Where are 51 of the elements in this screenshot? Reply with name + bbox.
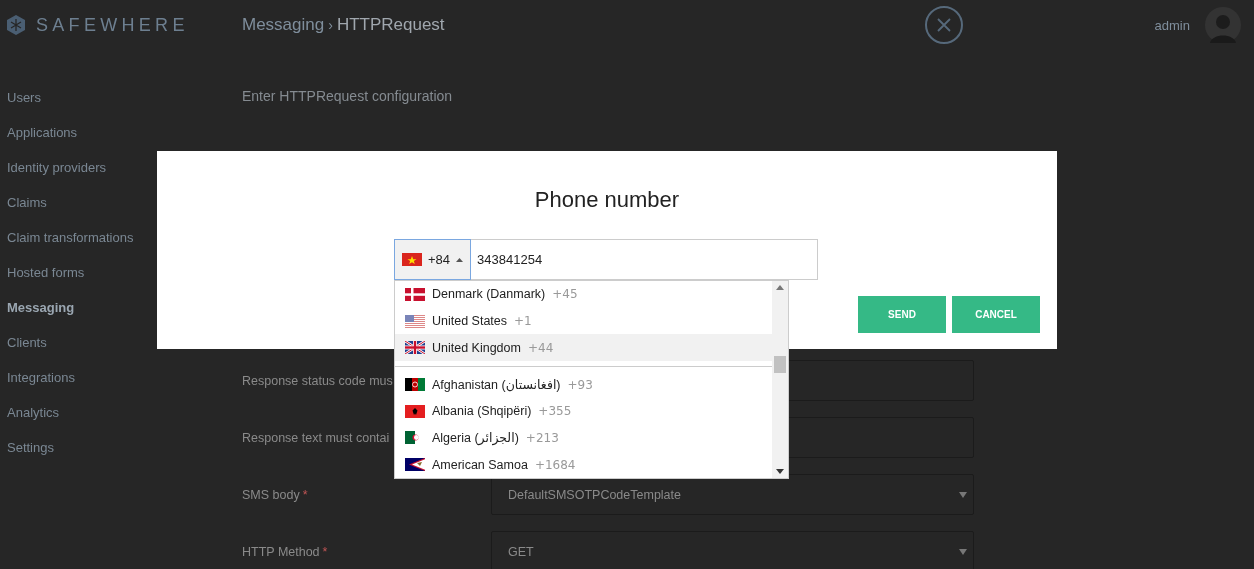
sidebar-item[interactable]: Settings	[7, 430, 54, 465]
dialog-button[interactable]: CANCEL	[952, 296, 1040, 333]
flag-icon	[405, 287, 425, 301]
flag-icon	[405, 314, 425, 328]
section-heading: Enter HTTPRequest configuration	[242, 88, 454, 104]
logo-icon	[7, 15, 25, 35]
sidebar-item[interactable]: Integrations	[7, 360, 75, 395]
required-mark: *	[302, 487, 308, 502]
field-label: HTTP Method	[242, 544, 320, 559]
flag-icon	[405, 378, 425, 391]
sidebar-item[interactable]: Applications	[7, 115, 78, 150]
country-option[interactable]: United States +1	[395, 307, 772, 335]
sidebar-item[interactable]: Messaging	[7, 290, 75, 325]
sidebar-item[interactable]: Users	[7, 80, 41, 115]
flag-icon	[402, 253, 422, 266]
brand-name: SAFEWHERE	[36, 14, 189, 36]
scrollbar-thumb[interactable]	[774, 356, 786, 373]
scroll-down-icon	[776, 469, 784, 474]
dialog-title: Phone number	[533, 187, 681, 213]
country-option[interactable]: Denmark (Danmark) +45	[395, 281, 772, 308]
breadcrumb-link[interactable]: Messaging	[242, 15, 325, 35]
select-field[interactable]: GET	[491, 531, 974, 569]
breadcrumb-separator: ›	[328, 17, 333, 33]
field-label: SMS body	[242, 487, 300, 502]
page-title: HTTPRequest	[336, 15, 445, 35]
avatar[interactable]	[1205, 7, 1241, 43]
scroll-up-icon	[776, 285, 784, 290]
sidebar-item[interactable]: Claim transformations	[7, 220, 134, 255]
field-label: Response status code mus	[242, 373, 393, 388]
flag-icon	[405, 341, 425, 355]
caret-icon	[959, 491, 967, 498]
required-mark: *	[322, 544, 328, 559]
sidebar-item[interactable]: Clients	[7, 325, 47, 360]
close-button[interactable]	[924, 6, 963, 44]
caret-icon	[456, 257, 464, 262]
sidebar-item[interactable]: Identity providers	[7, 150, 106, 185]
caret-icon	[959, 548, 967, 555]
sidebar-item[interactable]: Hosted forms	[7, 255, 85, 290]
country-option[interactable]: United Kingdom +44	[395, 334, 772, 362]
country-option[interactable]: Albania (Shqipëri) +355	[395, 397, 772, 425]
scrollbar[interactable]	[772, 281, 788, 478]
field-label: Response text must contai	[242, 430, 390, 445]
flag-icon	[405, 404, 425, 418]
close-icon	[936, 18, 951, 32]
flag-icon	[405, 458, 425, 472]
sidebar-item[interactable]: Claims	[7, 185, 47, 220]
phone-field[interactable]: +84 343841254	[394, 239, 818, 280]
country-selector[interactable]: +84	[394, 239, 472, 280]
dialog-button[interactable]: SEND	[858, 296, 946, 333]
sidebar-item[interactable]: Analytics	[7, 395, 60, 430]
user-name[interactable]: admin	[1154, 17, 1190, 33]
